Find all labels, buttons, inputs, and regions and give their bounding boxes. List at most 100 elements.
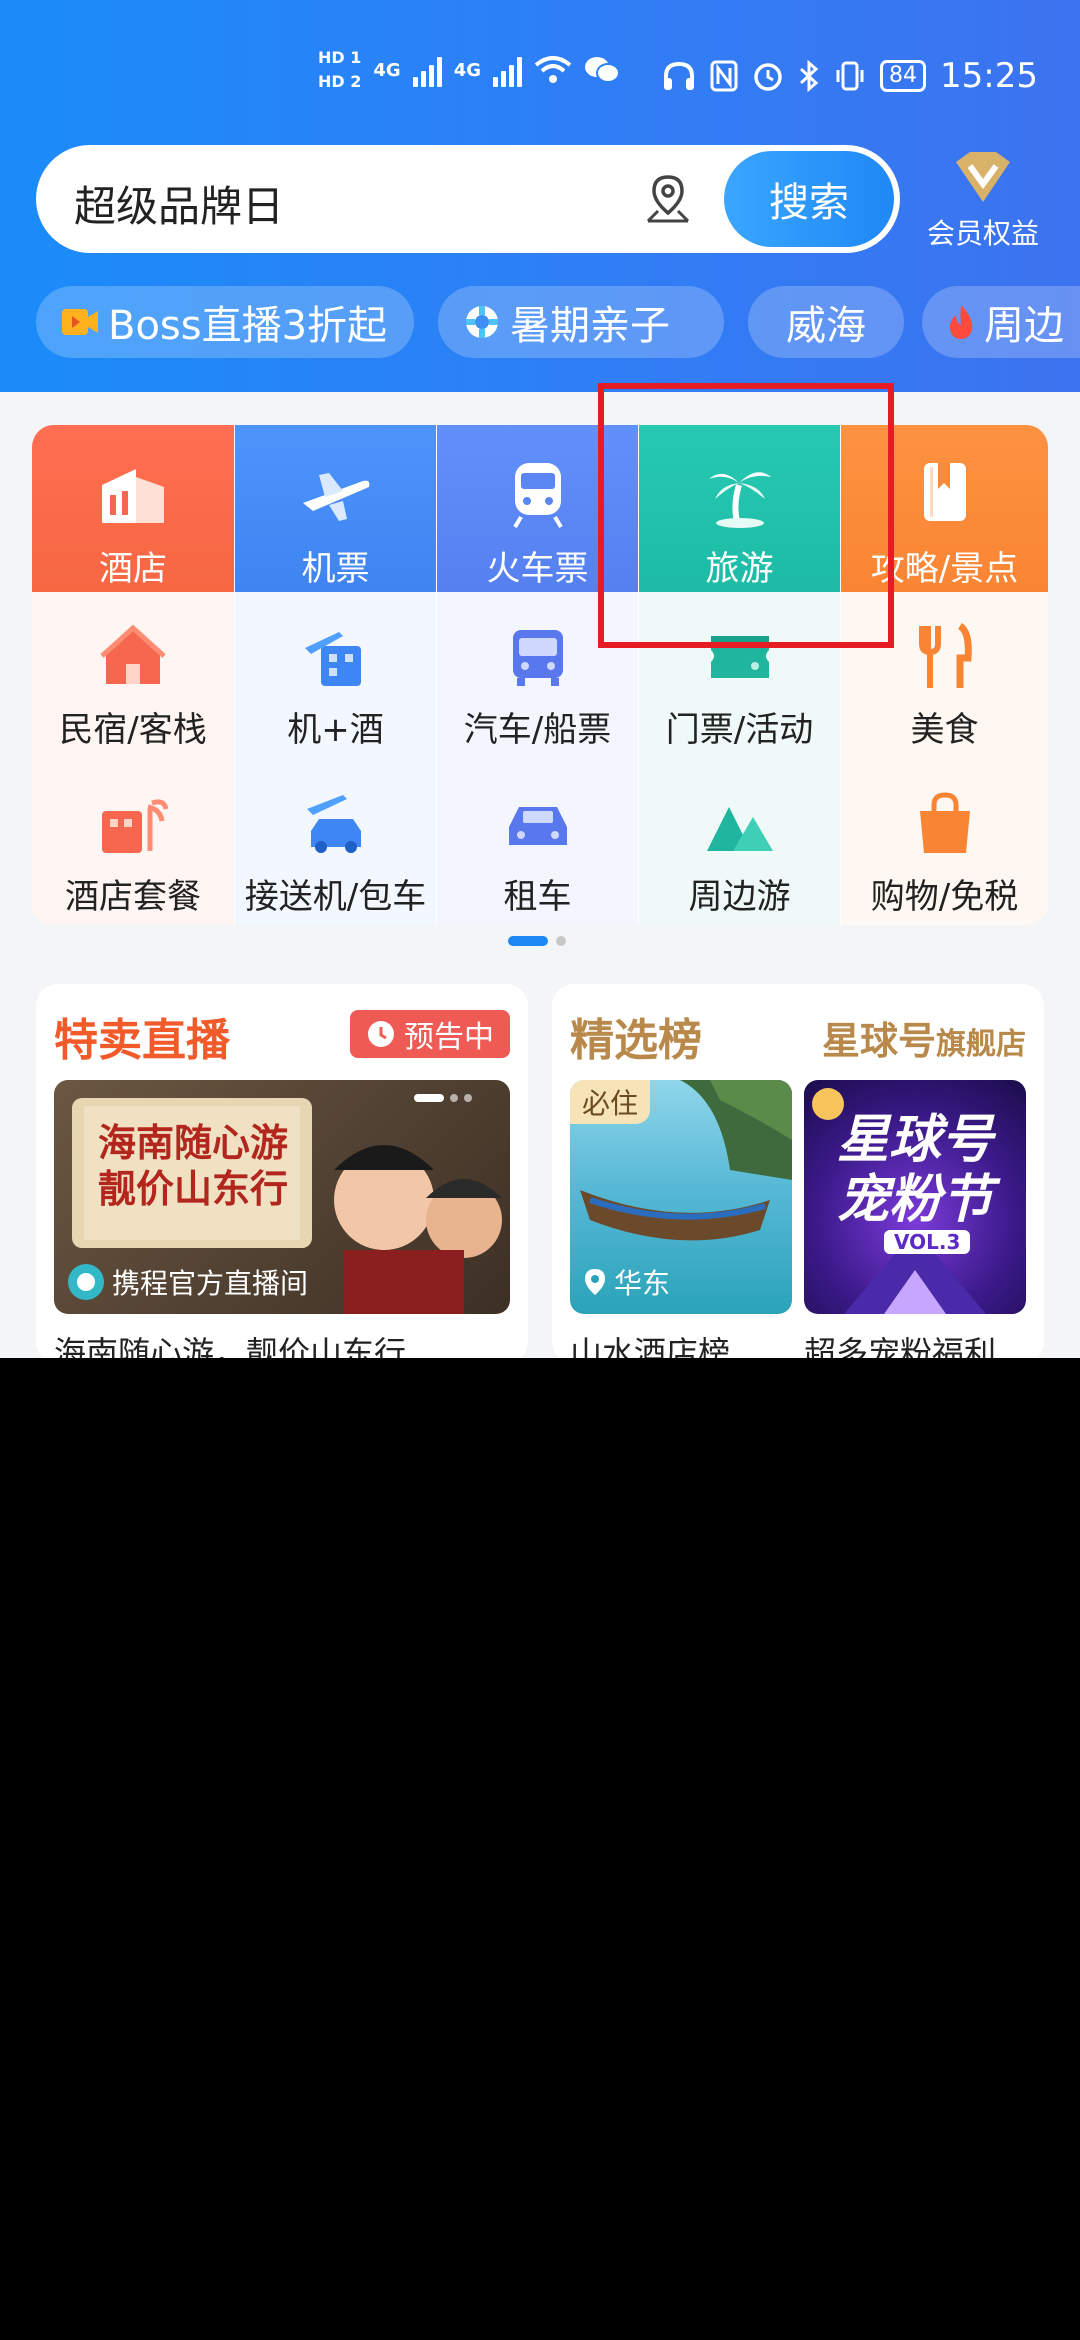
search-bar[interactable]: 超级品牌日 搜索 — [36, 145, 900, 253]
wifi-icon — [534, 56, 572, 83]
clock: 15:25 — [940, 56, 1038, 96]
chip-summer-family[interactable]: 暑期亲子 — [438, 286, 724, 358]
poster-title-1: 海南随心游 — [98, 1121, 289, 1165]
grid-transfer[interactable]: 接送机/包车 — [235, 759, 436, 925]
volume-tag: VOL.3 — [884, 1230, 971, 1254]
chip-boss-live[interactable]: Boss直播3折起 — [36, 286, 414, 358]
channel-avatar-icon — [68, 1264, 104, 1300]
grid-label: 美食 — [910, 710, 979, 750]
live-caption: 海南随心游，靓价山东行 — [54, 1334, 407, 1358]
video-icon — [62, 309, 98, 335]
ranking-item-brand[interactable]: 星球号 宠粉节 VOL.3 — [804, 1080, 1026, 1314]
grid-car-rental[interactable]: 租车 — [437, 759, 638, 925]
signal-icon — [412, 53, 442, 87]
search-button[interactable]: 搜索 — [724, 151, 894, 247]
plane-icon — [302, 473, 369, 521]
diamond-icon — [956, 152, 1010, 202]
live-card-title: 特卖直播 — [54, 1015, 230, 1066]
hotel-package-icon — [102, 799, 169, 853]
page-indicator — [508, 936, 566, 946]
live-sale-card[interactable]: 特卖直播 预告中 海南随心游 靓价山东行 携程官方直播间 海南随心游，靓价山东行 — [36, 984, 528, 1358]
app-screen: HD 1 HD 2 4G 4G 84 15:25 超级品牌日 搜索 会员权益 B… — [0, 0, 1080, 1358]
status-left: HD 1 HD 2 4G 4G — [318, 48, 620, 92]
grid-hotel-package[interactable]: 酒店套餐 — [32, 759, 234, 925]
grid-homestay[interactable]: 民宿/客栈 — [32, 592, 234, 759]
bluetooth-icon — [799, 60, 819, 92]
grid-label: 机票 — [301, 549, 370, 589]
chip-label: 周边 — [984, 303, 1064, 349]
network-type-2: 4G — [453, 59, 481, 81]
status-right: 84 15:25 — [662, 56, 1038, 96]
vip-label: 会员权益 — [926, 217, 1039, 250]
badge-label: 预告中 — [404, 1020, 494, 1055]
page-dot — [556, 936, 566, 946]
vip-benefits-button[interactable]: 会员权益 — [918, 148, 1048, 252]
grid-hotel[interactable]: 酒店 — [32, 425, 234, 592]
grid-label: 接送机/包车 — [244, 877, 427, 917]
brand-title-1: 星球号 — [836, 1110, 993, 1170]
transfer-car-icon — [306, 795, 361, 853]
network-type-1: 4G — [373, 59, 401, 81]
hotel-location: 华东 — [582, 1262, 670, 1302]
page-dot-active — [508, 936, 548, 946]
chip-label: 暑期亲子 — [510, 303, 670, 349]
bus-icon — [512, 630, 563, 686]
guide-book-icon — [923, 463, 966, 521]
grid-label: 酒店套餐 — [65, 877, 201, 917]
poster-title-2: 靓价山东行 — [98, 1167, 289, 1211]
grid-shopping[interactable]: 购物/免税 — [841, 759, 1048, 925]
grid-nearby-tour[interactable]: 周边游 — [639, 759, 840, 925]
grid-flight[interactable]: 机票 — [235, 425, 436, 592]
nfc-icon — [710, 60, 738, 92]
alarm-icon — [754, 63, 782, 91]
headphones-icon — [664, 61, 695, 90]
food-icon — [918, 623, 972, 688]
train-icon — [512, 463, 563, 529]
brand-title-2: 宠粉节 — [836, 1170, 993, 1230]
location-icon — [585, 1269, 605, 1295]
brand-name: 星球号 — [821, 1019, 936, 1063]
grid-label: 酒店 — [99, 549, 167, 589]
signal-icon-2 — [493, 53, 522, 87]
chip-nearby[interactable]: 周边 — [922, 286, 1080, 358]
hotel-icon — [102, 469, 164, 523]
status-bar: HD 1 HD 2 4G 4G 84 15:25 — [0, 0, 1080, 150]
grid-label: 租车 — [503, 877, 572, 917]
chip-weihai[interactable]: 威海 — [748, 286, 904, 358]
grid-label: 火车票 — [486, 549, 589, 589]
mountain-icon — [706, 807, 773, 851]
grid-label: 机+酒 — [287, 710, 384, 750]
hd2-indicator: HD 2 — [318, 72, 362, 91]
flight-hotel-icon — [304, 632, 361, 686]
grid-flight-hotel[interactable]: 机+酒 — [235, 592, 436, 759]
grid-label: 民宿/客栈 — [59, 710, 207, 750]
clock-icon — [368, 1021, 394, 1047]
ranking-card[interactable]: 精选榜 星球号 旗舰店 必住 华东 星球号 宠粉节 VOL.3 山水酒店榜 超多… — [552, 984, 1044, 1358]
brand-caption: 超多宠粉福利 — [804, 1334, 997, 1358]
brand-store-label[interactable]: 星球号 旗舰店 — [822, 1010, 1026, 1065]
ranking-item-hotel[interactable]: 必住 华东 — [570, 1080, 792, 1314]
live-poster[interactable]: 海南随心游 靓价山东行 携程官方直播间 — [54, 1080, 510, 1314]
search-input[interactable]: 超级品牌日 — [74, 173, 284, 234]
grid-label: 购物/免税 — [870, 877, 1019, 917]
service-grid: 酒店 机票 火车票 旅游 攻略/景点 民宿/客栈 机+酒 汽车/船票 门票/活动… — [32, 425, 1048, 925]
live-channel: 携程官方直播间 — [66, 1262, 308, 1302]
brand-suffix: 旗舰店 — [936, 1027, 1026, 1062]
battery-level: 84 — [880, 60, 927, 92]
lifebuoy-icon — [466, 306, 498, 338]
quick-chips: Boss直播3折起 暑期亲子 威海 周边 — [36, 286, 1080, 358]
hd1-indicator: HD 1 — [318, 48, 362, 67]
channel-name: 携程官方直播间 — [112, 1267, 309, 1300]
shopping-bag-icon — [919, 792, 970, 853]
flame-icon — [949, 305, 973, 339]
rank-card-title: 精选榜 — [570, 1015, 702, 1066]
highlight-box — [598, 383, 894, 648]
poster-dots — [414, 1094, 472, 1102]
vibrate-icon — [836, 61, 864, 91]
chip-label: Boss直播3折起 — [108, 303, 388, 349]
location-pin-icon[interactable] — [640, 171, 696, 227]
grid-label: 周边游 — [688, 877, 791, 917]
grid-label: 汽车/船票 — [463, 710, 612, 750]
wechat-icon — [585, 57, 620, 83]
location-name: 华东 — [614, 1267, 671, 1300]
